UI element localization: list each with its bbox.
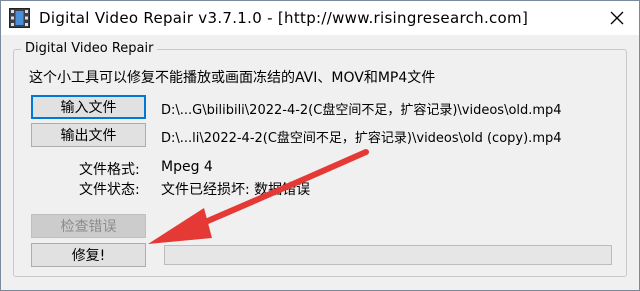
close-icon	[610, 11, 624, 25]
output-file-button[interactable]: 输出文件	[31, 123, 146, 147]
input-file-button[interactable]: 输入文件	[31, 95, 146, 119]
file-status-value: 文件已经损坏: 数据错误	[161, 182, 311, 198]
title-bar[interactable]: Digital Video Repair v3.7.1.0 - [http://…	[1, 1, 639, 35]
repair-button[interactable]: 修复!	[31, 243, 146, 267]
output-file-path: D:\...li\2022-4-2(C盘空间不足，扩容记录)\videos\ol…	[161, 131, 562, 146]
file-format-value: Mpeg 4	[161, 159, 213, 175]
video-film-icon	[9, 8, 30, 28]
file-status-label: 文件状态:	[79, 182, 140, 198]
close-button[interactable]	[597, 3, 637, 33]
groupbox-title: Digital Video Repair	[21, 41, 158, 56]
input-file-path: D:\...G\bilibili\2022-4-2(C盘空间不足，扩容记录)\v…	[161, 103, 562, 118]
file-format-label: 文件格式:	[79, 162, 140, 178]
app-window: Digital Video Repair v3.7.1.0 - [http://…	[0, 0, 640, 291]
repair-progress-bar	[164, 245, 612, 265]
window-title: Digital Video Repair v3.7.1.0 - [http://…	[39, 9, 529, 27]
description-text: 这个小工具可以修复不能播放或画面冻结的AVI、MOV和MP4文件	[29, 70, 436, 86]
check-errors-button[interactable]: 检查错误	[31, 214, 146, 238]
